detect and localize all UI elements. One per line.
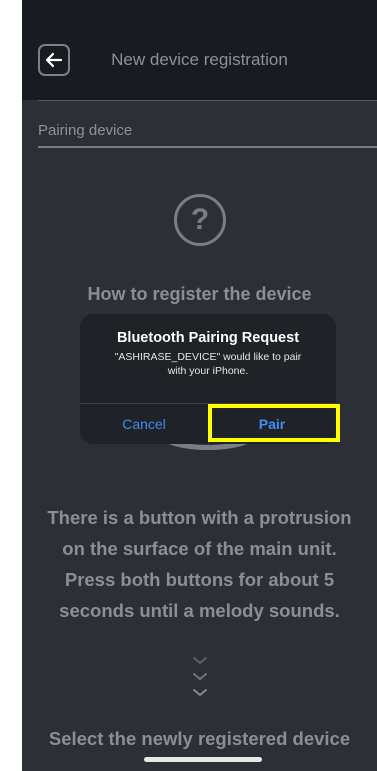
pair-button[interactable]: Pair [208, 404, 336, 444]
instructions-text: There is a button with a protrusion on t… [22, 502, 377, 626]
dialog-message-line: with your iPhone. [167, 365, 249, 377]
instruction-line: on the surface of the main unit. [62, 538, 337, 559]
header: New device registration [22, 0, 377, 100]
bluetooth-pairing-dialog: Bluetooth Pairing Request "ASHIRASE_DEVI… [80, 314, 336, 444]
section-divider [38, 146, 377, 148]
dialog-message-line: "ASHIRASE_DEVICE" would like to pair [114, 351, 302, 363]
instruction-line: There is a button with a protrusion [47, 507, 352, 528]
how-to-register-title: How to register the device [87, 284, 312, 304]
dialog-message: "ASHIRASE_DEVICE" would like to pair wit… [94, 350, 322, 378]
section-label: Pairing device [38, 122, 133, 139]
cancel-button[interactable]: Cancel [80, 404, 208, 444]
app-screen: New device registration Pairing device ?… [22, 0, 377, 771]
dialog-title: Bluetooth Pairing Request [116, 330, 300, 346]
header-divider [38, 100, 377, 101]
page-title: New device registration [111, 50, 288, 69]
instruction-line: seconds until a melody sounds. [59, 600, 340, 621]
help-icon: ? [174, 194, 226, 246]
home-indicator[interactable] [144, 757, 262, 762]
instruction-line: Press both buttons for about 5 [64, 569, 335, 590]
next-step-text: Select the newly registered device [48, 728, 351, 749]
chevron-down-icon [193, 657, 207, 696]
